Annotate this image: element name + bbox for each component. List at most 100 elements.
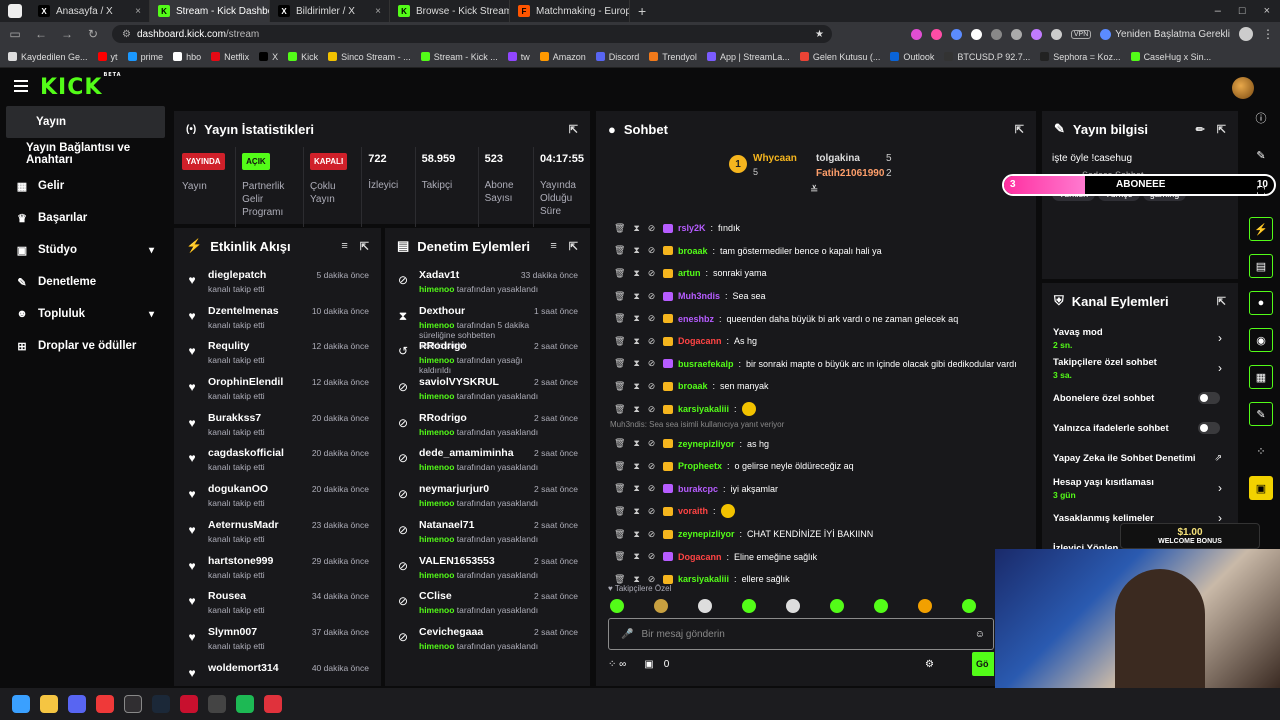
chevron-right-icon[interactable]: ›: [1218, 331, 1222, 345]
delete-icon[interactable]: 🗑: [614, 404, 625, 415]
activity-username[interactable]: AeternusMadr: [208, 519, 279, 531]
activity-username[interactable]: dieglepatch: [208, 269, 266, 281]
chevron-down-icon[interactable]: ▾: [149, 245, 154, 256]
ban-icon[interactable]: ⊘: [648, 336, 656, 347]
emote-shortcut-icon[interactable]: [962, 599, 976, 613]
toggle-switch[interactable]: [1198, 392, 1220, 404]
timeout-icon[interactable]: ⧗: [633, 381, 639, 392]
bookmark-item[interactable]: Sinco Stream - ...: [328, 52, 411, 62]
browser-tab[interactable]: KBrowse - Kick Streaming×: [390, 0, 510, 22]
activity-username[interactable]: dogukanOO: [208, 483, 268, 495]
timeout-icon[interactable]: ⧗: [633, 438, 639, 449]
expand-icon[interactable]: ≚: [810, 185, 818, 196]
timeout-icon[interactable]: ⧗: [633, 245, 639, 256]
delete-icon[interactable]: 🗑: [614, 381, 625, 392]
chat-message[interactable]: 🗑 ⧗ ⊘ broaak: sen manyak: [596, 375, 1036, 398]
popout-icon[interactable]: ⇱: [1015, 123, 1024, 136]
emote-shortcut-icon[interactable]: [698, 599, 712, 613]
timeout-icon[interactable]: ⧗: [633, 313, 639, 324]
timeout-icon[interactable]: ⧗: [633, 506, 639, 517]
sidebar-item[interactable]: Yayın: [6, 106, 165, 138]
channel-action-row[interactable]: Abonelere özel sohbet: [1042, 383, 1238, 413]
extension-icon[interactable]: [950, 28, 962, 40]
delete-icon[interactable]: 🗑: [614, 483, 625, 494]
extension-icon[interactable]: [970, 28, 982, 40]
chat-username[interactable]: Dogacann: [678, 336, 722, 346]
bookmark-item[interactable]: hbo: [173, 52, 201, 62]
timeout-icon[interactable]: ⧗: [633, 268, 639, 279]
bookmark-item[interactable]: Gelen Kutusu (...: [799, 52, 880, 62]
moderator-name[interactable]: himenoo: [419, 641, 454, 651]
activity-username[interactable]: hartstone999: [208, 555, 273, 567]
moderated-username[interactable]: VALEN1653553: [419, 555, 539, 567]
moderator-name[interactable]: himenoo: [419, 355, 454, 365]
moderated-username[interactable]: Natanael71: [419, 519, 539, 531]
clipboard-icon[interactable]: ▦: [1249, 365, 1273, 389]
pen-icon[interactable]: ✎: [1249, 143, 1273, 167]
chevron-right-icon[interactable]: ›: [1218, 361, 1222, 375]
channel-action-row[interactable]: Hesap yaşı kısıtlaması 3 gün ›: [1042, 473, 1238, 503]
ban-icon[interactable]: ⊘: [648, 381, 656, 392]
ban-icon[interactable]: ⊘: [648, 461, 656, 472]
ban-icon[interactable]: ⊘: [648, 506, 656, 517]
bookmark-item[interactable]: prime: [127, 52, 163, 62]
top-user-name[interactable]: Whycaan: [753, 153, 797, 164]
sidebar-item[interactable]: ♛ Başarılar: [0, 202, 170, 234]
timeout-icon[interactable]: ⧗: [633, 404, 639, 415]
chat-username[interactable]: artun: [678, 268, 701, 278]
moderator-name[interactable]: himenoo: [419, 391, 454, 401]
url-field[interactable]: ⚙ dashboard.kick.com/stream ★: [112, 25, 832, 43]
sidebar-item[interactable]: ▦ Gelir: [0, 170, 170, 202]
delete-icon[interactable]: 🗑: [614, 291, 625, 302]
maximize-icon[interactable]: □: [1239, 5, 1246, 17]
chat-username[interactable]: karsiyakaliii: [678, 404, 729, 414]
bookmark-item[interactable]: Stream - Kick ...: [420, 52, 498, 62]
browser-tab[interactable]: X Anasayfa / X ×: [30, 0, 150, 22]
users-icon[interactable]: ⁘: [1249, 439, 1273, 463]
kick-logo[interactable]: KICKBETA: [40, 72, 121, 100]
chat-message[interactable]: 🗑 ⧗ ⊘ eneshbz: queenden daha büyük bi ark va…: [596, 307, 1036, 330]
send-button[interactable]: Gö: [972, 652, 994, 676]
chat-username[interactable]: rsly2K: [678, 223, 706, 233]
moderator-name[interactable]: himenoo: [419, 498, 454, 508]
filter-icon[interactable]: ≡: [550, 240, 556, 253]
extension-icon[interactable]: [1030, 28, 1042, 40]
bookmark-star-icon[interactable]: ★: [815, 29, 824, 40]
moderator-name[interactable]: himenoo: [419, 284, 454, 294]
new-tab-icon[interactable]: +: [630, 3, 654, 19]
crop-icon[interactable]: ⛶: [1249, 180, 1273, 204]
sidebar-item[interactable]: ▣ Stüdyo ▾: [0, 234, 170, 266]
ban-icon[interactable]: ⊘: [648, 268, 656, 279]
broadcast-icon[interactable]: ◉: [1249, 328, 1273, 352]
channel-action-row[interactable]: Takipçilere özel sohbet 3 sa. ›: [1042, 353, 1238, 383]
obs-icon[interactable]: [124, 695, 142, 713]
ban-icon[interactable]: ⊘: [648, 438, 656, 449]
timeout-icon[interactable]: ⧗: [633, 483, 639, 494]
chat-message[interactable]: 🗑 ⧗ ⊘ Propheetx: o gelirse neyle öldüreceğiz…: [596, 455, 1036, 478]
back-icon[interactable]: ←: [34, 27, 48, 41]
extension-icon[interactable]: [1010, 28, 1022, 40]
emote-shortcut-icon[interactable]: [918, 599, 932, 613]
extension-icon[interactable]: [910, 28, 922, 40]
vpn-badge[interactable]: VPN: [1070, 29, 1092, 39]
activity-username[interactable]: OrophinElendil: [208, 376, 283, 388]
menu-icon[interactable]: ⋮: [1262, 27, 1274, 41]
restart-button[interactable]: Yeniden Başlatma Gerekli: [1100, 28, 1230, 40]
ban-icon[interactable]: ⊘: [648, 551, 656, 562]
forward-icon[interactable]: →: [60, 27, 74, 41]
activity-username[interactable]: Requlity: [208, 340, 265, 352]
edit-icon[interactable]: ✏: [1196, 123, 1205, 136]
bookmark-item[interactable]: Discord: [595, 52, 639, 62]
timeout-icon[interactable]: ⧗: [633, 223, 639, 234]
browser-tab[interactable]: X Bildirimler / X ×: [270, 0, 390, 22]
moderator-name[interactable]: himenoo: [419, 320, 454, 330]
bookmark-item[interactable]: X: [259, 52, 278, 62]
activity-username[interactable]: Burakkss7: [208, 412, 265, 424]
activity-username[interactable]: woldemort314: [208, 662, 279, 674]
close-window-icon[interactable]: ×: [1264, 5, 1270, 17]
sidebar-item[interactable]: ⊞ Droplar ve ödüller: [0, 330, 170, 362]
file-explorer-icon[interactable]: [40, 695, 58, 713]
delete-icon[interactable]: 🗑: [614, 268, 625, 279]
bookmark-item[interactable]: yt: [97, 52, 118, 62]
info-icon[interactable]: ⓘ: [1249, 106, 1273, 130]
